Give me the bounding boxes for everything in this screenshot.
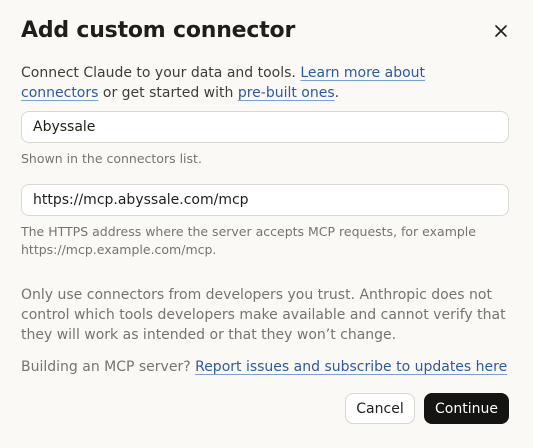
dialog-title: Add custom connector — [21, 18, 296, 43]
cancel-button[interactable]: Cancel — [345, 393, 415, 424]
close-icon — [495, 25, 507, 37]
connector-name-input[interactable] — [21, 111, 509, 143]
connector-name-hint: Shown in the connectors list. — [21, 151, 202, 166]
report-issues-link[interactable]: Report issues and subscribe to updates h… — [195, 359, 507, 375]
building-mcp-server-text: Building an MCP server? Report issues an… — [21, 357, 507, 377]
intro-text: Connect Claude to your data and tools. L… — [21, 63, 501, 103]
connector-url-input[interactable] — [21, 184, 509, 216]
pre-built-connectors-link[interactable]: pre-built ones — [238, 85, 335, 101]
connector-url-hint: The HTTPS address where the server accep… — [21, 224, 476, 257]
trust-warning-text: Only use connectors from developers you … — [21, 287, 506, 343]
close-button[interactable] — [488, 18, 514, 44]
add-custom-connector-dialog: Add custom connector Connect Claude to y… — [0, 0, 533, 448]
continue-button[interactable]: Continue — [424, 393, 509, 424]
intro-text-2: or get started with — [98, 85, 238, 101]
intro-text-3: . — [334, 85, 340, 101]
intro-text-1: Connect Claude to your data and tools. — [21, 65, 301, 81]
building-prefix: Building an MCP server? — [21, 359, 196, 375]
